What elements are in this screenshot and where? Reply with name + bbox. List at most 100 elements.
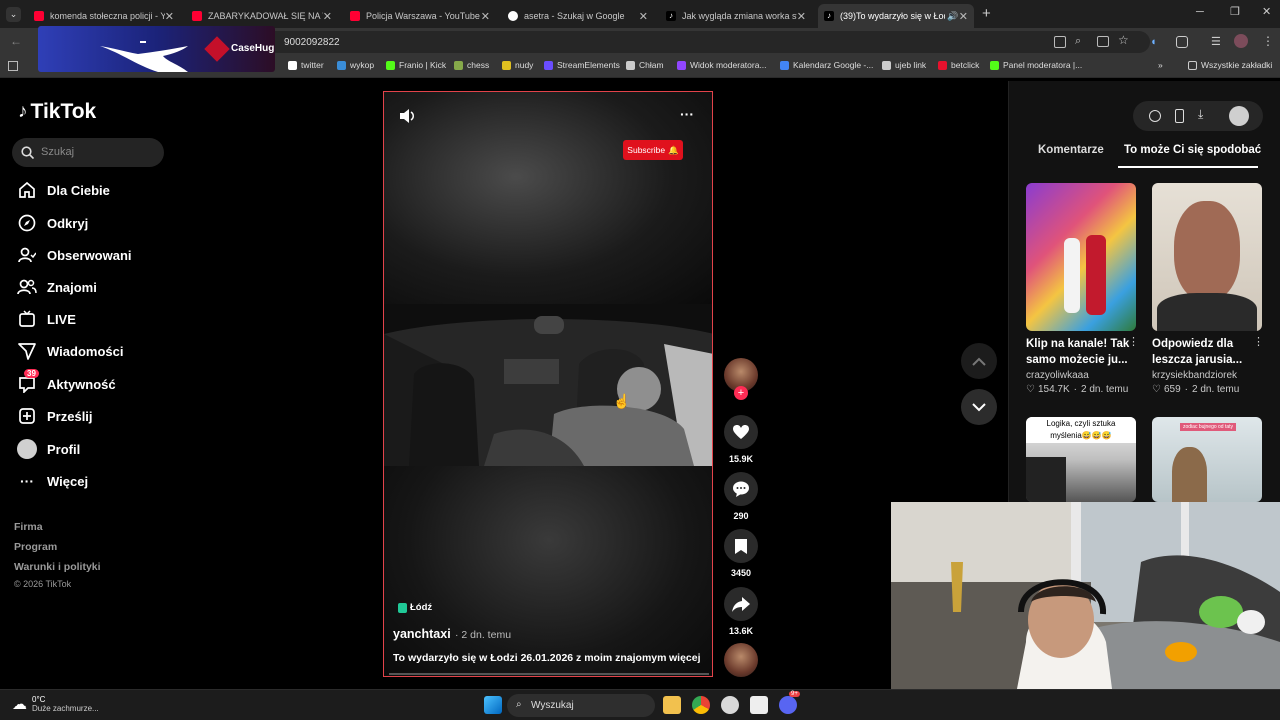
new-tab-button[interactable]: + <box>982 5 991 22</box>
taskbar-search[interactable]: ⌕ Wyszukaj <box>507 694 655 717</box>
bookmark-item[interactable]: betclick <box>938 60 979 70</box>
nav-item-wiecej[interactable]: ··· Więcej <box>16 470 88 492</box>
tab-comments[interactable]: Komentarze <box>1038 144 1104 156</box>
video-progress-track[interactable] <box>389 673 709 675</box>
browser-menu-icon[interactable]: ⋮ <box>1262 34 1274 48</box>
nav-item-obserwowani[interactable]: Obserwowani <box>16 244 132 266</box>
close-tab-icon[interactable]: ✕ <box>165 10 174 23</box>
caption-more-link[interactable]: więcej <box>669 652 701 664</box>
install-app-icon[interactable] <box>1097 36 1109 47</box>
coins-icon[interactable] <box>1149 110 1161 122</box>
like-button[interactable]: 15.9K <box>724 415 758 464</box>
bookmark-item[interactable]: StreamElements <box>544 60 620 70</box>
nav-item-odkryj[interactable]: Odkryj <box>16 212 88 234</box>
tab-recommendations[interactable]: To może Ci się spodobać <box>1124 144 1261 156</box>
browser-tab[interactable]: ♪ Jak wygląda zmiana worka stom✕ <box>660 4 812 28</box>
all-bookmarks[interactable]: Wszystkie zakładki <box>1188 60 1272 70</box>
browser-tab[interactable]: asetra - Szukaj w Google ✕ <box>502 4 654 28</box>
reading-list-icon[interactable]: ☰ <box>1211 35 1221 48</box>
audio-playing-icon[interactable]: 🔊 <box>947 11 958 22</box>
close-tab-icon[interactable]: ✕ <box>959 10 968 23</box>
apps-grid-icon[interactable] <box>8 61 18 71</box>
user-avatar[interactable] <box>1229 106 1249 126</box>
bookmark-item[interactable]: Kalendarz Google -... <box>780 60 873 70</box>
windows-start-icon[interactable] <box>484 696 502 714</box>
bookmark-star-icon[interactable]: ☆ <box>1118 33 1129 47</box>
nav-item-przeslij[interactable]: Prześlij <box>16 405 93 427</box>
discord-icon[interactable]: 9+ <box>779 691 800 714</box>
footer-link-program[interactable]: Program <box>14 541 57 553</box>
bookmark-item[interactable]: Panel moderatora |... <box>990 60 1082 70</box>
minimize-button[interactable]: ─ <box>1196 6 1204 18</box>
url-text[interactable]: 9002092822 <box>284 37 340 48</box>
location-tag[interactable]: Łódź <box>398 602 432 613</box>
bookmark-item[interactable]: ujeb link <box>882 60 926 70</box>
download-icon[interactable]: ⤓ <box>1198 107 1203 122</box>
bookmark-item[interactable]: wykop <box>337 60 374 70</box>
next-video-button[interactable] <box>961 389 997 425</box>
card-options-icon[interactable]: ⋮ <box>1253 335 1264 348</box>
zoom-icon[interactable]: ⌕ <box>1075 35 1081 48</box>
author-avatar-button[interactable]: + <box>724 358 758 400</box>
bookmark-item[interactable]: Chłam <box>626 60 664 70</box>
chrome-icon[interactable] <box>692 696 710 714</box>
device-icon[interactable] <box>1175 109 1184 123</box>
app-icon[interactable] <box>750 696 768 714</box>
nav-item-profil[interactable]: Profil <box>16 438 80 460</box>
suggested-video-thumbnail[interactable]: zodiac bujnego od taty <box>1152 417 1262 502</box>
translate-icon[interactable] <box>1054 36 1066 48</box>
save-button[interactable]: 3450 <box>724 529 758 578</box>
tiktok-logo[interactable]: ♪ TikTok <box>18 100 96 124</box>
back-icon[interactable]: ← <box>10 34 22 48</box>
bookmark-item[interactable]: nudy <box>502 60 533 70</box>
tab-search-button[interactable]: ⌄ <box>6 7 21 22</box>
suggestion-likes: 154.7K <box>1037 384 1070 395</box>
subscribe-button[interactable]: Subscribe 🔔 <box>623 140 683 160</box>
close-tab-icon[interactable]: ✕ <box>481 10 490 23</box>
file-explorer-icon[interactable] <box>663 696 681 714</box>
follow-plus-icon[interactable]: + <box>734 386 748 400</box>
comment-button[interactable]: 290 <box>724 472 758 521</box>
volume-icon[interactable] <box>399 108 417 124</box>
footer-link-firma[interactable]: Firma <box>14 521 43 533</box>
video-options-icon[interactable]: ··· <box>680 106 694 122</box>
nav-item-znajomi[interactable]: Znajomi <box>16 276 97 298</box>
browser-tab[interactable]: Policja Warszawa - YouTube ✕ <box>344 4 496 28</box>
suggested-video-card[interactable]: Klip na kanale! Tak samo możecie ju... c… <box>1026 183 1136 395</box>
close-tab-icon[interactable]: ✕ <box>323 10 332 23</box>
app-icon[interactable] <box>721 696 739 714</box>
close-window-button[interactable]: ✕ <box>1262 5 1271 18</box>
close-tab-icon[interactable]: ✕ <box>639 10 648 23</box>
suggestion-author[interactable]: crazyoliwkaaa <box>1026 370 1136 381</box>
browser-tab[interactable]: ZABARYKADOWAŁ SIĘ NA WA✕ <box>186 4 338 28</box>
share-button[interactable]: 13.6K <box>724 587 758 636</box>
search-input[interactable]: Szukaj <box>12 138 164 167</box>
weather-widget[interactable]: ☁ 0°C Duże zachmurze... <box>12 695 99 713</box>
profile-avatar-icon[interactable] <box>1234 34 1248 48</box>
nav-item-live[interactable]: LIVE <box>16 308 76 330</box>
video-author[interactable]: yanchtaxi <box>393 627 451 641</box>
suggestion-author[interactable]: krzysiekbandziorek <box>1152 370 1262 381</box>
suggested-video-thumbnail[interactable]: Logika, czyli sztuka myślenia😅😅😅 <box>1026 417 1136 502</box>
bookmark-item[interactable]: Franio | Kick <box>386 60 446 70</box>
bookmark-item[interactable]: chess <box>454 60 489 70</box>
maximize-button[interactable]: ❐ <box>1230 5 1240 18</box>
nav-label: Odkryj <box>47 215 89 231</box>
footer-link-terms[interactable]: Warunki i polityki <box>14 561 101 573</box>
suggested-video-card[interactable]: Odpowiedz dla leszcza jarusia... krzysie… <box>1152 183 1262 395</box>
browser-tab-active[interactable]: ♪ (39)To wydarzyło się w Łodz 🔊 ✕ <box>818 4 974 28</box>
card-options-icon[interactable]: ⋮ <box>1128 335 1139 348</box>
video-player[interactable]: ··· Subscribe 🔔 Łódź yanchtaxi · 2 dn. te… <box>383 91 713 677</box>
browser-tab[interactable]: komenda stołeczna policji - You ✕ <box>28 4 180 28</box>
extensions-puzzle-icon[interactable] <box>1176 36 1188 48</box>
extension-icon[interactable]: ◖ <box>1150 36 1164 48</box>
bookmarks-overflow-icon[interactable]: » <box>1158 60 1163 70</box>
nav-item-aktywnosc[interactable]: 39 Aktywność <box>16 369 116 395</box>
close-tab-icon[interactable]: ✕ <box>797 10 806 23</box>
bookmark-item[interactable]: Widok moderatora... <box>677 60 767 70</box>
nav-item-wiadomosci[interactable]: Wiadomości <box>16 340 123 362</box>
bookmark-item[interactable]: twitter <box>288 60 324 70</box>
sound-avatar-button[interactable] <box>724 643 758 677</box>
nav-item-dla-ciebie[interactable]: Dla Ciebie <box>16 179 110 201</box>
previous-video-button[interactable] <box>961 343 997 379</box>
